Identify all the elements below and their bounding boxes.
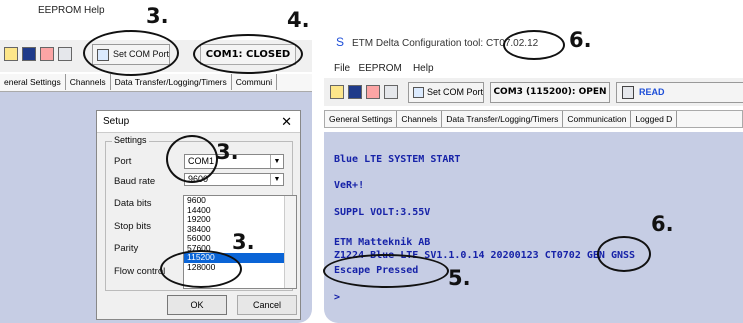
baud-label: Baud rate — [114, 176, 156, 187]
title-prefix: ETM Delta Configuration tool: — [352, 38, 486, 49]
open-folder-icon[interactable] — [330, 85, 344, 99]
step-number-6-title: 6. — [569, 28, 592, 52]
read-button[interactable]: READ — [616, 82, 743, 103]
step-number-5: 5. — [448, 266, 471, 290]
highlight-ring-escape — [323, 254, 449, 288]
tab-general-settings[interactable]: eneral Settings — [0, 74, 66, 90]
step-number-3-baud: 3. — [232, 230, 255, 254]
highlight-ring-baud — [160, 250, 242, 288]
close-icon[interactable]: ✕ — [281, 111, 292, 133]
tab-channels[interactable]: Channels — [66, 74, 111, 90]
port-label: Port — [114, 156, 132, 167]
tab-channels[interactable]: Channels — [397, 111, 443, 127]
step-number-3: 3. — [146, 4, 169, 28]
chevron-down-icon[interactable]: ▼ — [270, 155, 283, 168]
document-icon[interactable] — [384, 85, 398, 99]
chevron-down-icon[interactable]: ▼ — [270, 174, 283, 185]
tab-data-transfer[interactable]: Data Transfer/Logging/Timers — [111, 74, 232, 90]
read-icon — [622, 86, 634, 99]
highlight-ring-ct0702 — [597, 236, 651, 272]
step-number-4: 4. — [287, 8, 310, 32]
step-number-3-port: 3. — [216, 140, 239, 164]
parity-label: Parity — [114, 243, 139, 254]
tab-communication[interactable]: Communication — [563, 111, 632, 127]
highlight-ring-version — [503, 30, 565, 60]
set-com-port-label: Set COM Port — [427, 87, 484, 97]
menu-help[interactable]: Help — [84, 5, 105, 16]
data-bits-label: Data bits — [114, 198, 152, 209]
menu-help[interactable]: Help — [413, 63, 434, 74]
flow-control-label: Flow control — [114, 266, 166, 277]
document-icon[interactable] — [58, 47, 72, 61]
tab-logged-data[interactable]: Logged D — [631, 111, 678, 127]
left-tab-strip: eneral Settings Channels Data Transfer/Log… — [0, 74, 312, 92]
terminal-line: Blue LTE SYSTEM START — [334, 154, 461, 165]
list-scrollbar[interactable] — [284, 196, 296, 288]
screenshot-composite: EEPROM Help Set COM Port COM1: CLOSED en… — [0, 0, 743, 323]
dialog-titlebar: Setup ✕ — [97, 111, 300, 133]
highlight-ring-set-com — [83, 30, 179, 76]
ok-button[interactable]: OK — [167, 295, 227, 315]
tab-general-settings[interactable]: General Settings — [325, 111, 398, 127]
edit-icon[interactable] — [40, 47, 54, 61]
settings-group-label: Settings — [112, 135, 149, 145]
edit-icon[interactable] — [366, 85, 380, 99]
tab-data-transfer[interactable]: Data Transfer/Logging/Timers — [442, 111, 564, 127]
open-folder-icon[interactable] — [4, 47, 18, 61]
set-com-port-button[interactable]: Set COM Port — [408, 82, 484, 103]
right-tab-strip: General Settings Channels Data Transfer/Lo… — [324, 110, 743, 128]
stop-bits-label: Stop bits — [114, 221, 151, 232]
right-menu-bar: File EEPROM Help — [334, 63, 434, 74]
com-status: COM3 (115200): OPEN — [490, 82, 610, 103]
highlight-ring-status — [193, 34, 303, 74]
port-icon — [413, 87, 424, 98]
menu-eeprom[interactable]: EEPROM — [38, 5, 81, 16]
step-number-6-term: 6. — [651, 212, 674, 236]
app-logo-icon: S — [336, 35, 345, 49]
menu-eeprom[interactable]: EEPROM — [358, 63, 401, 74]
menu-file[interactable]: File — [334, 63, 350, 74]
terminal-line: VeR+! — [334, 180, 365, 191]
terminal-output[interactable]: Blue LTE SYSTEM START VeR+! SUPPL VOLT:3… — [324, 132, 743, 323]
terminal-line: ETM Matteknik AB — [334, 237, 431, 248]
highlight-ring-port — [166, 135, 218, 183]
terminal-line: SUPPL VOLT:3.55V — [334, 207, 431, 218]
cancel-button[interactable]: Cancel — [237, 295, 297, 315]
tab-communication[interactable]: Communi — [232, 74, 278, 90]
save-icon[interactable] — [22, 47, 36, 61]
terminal-prompt: > — [334, 292, 341, 303]
read-label: READ — [639, 87, 665, 97]
dialog-title: Setup — [103, 116, 130, 127]
save-icon[interactable] — [348, 85, 362, 99]
